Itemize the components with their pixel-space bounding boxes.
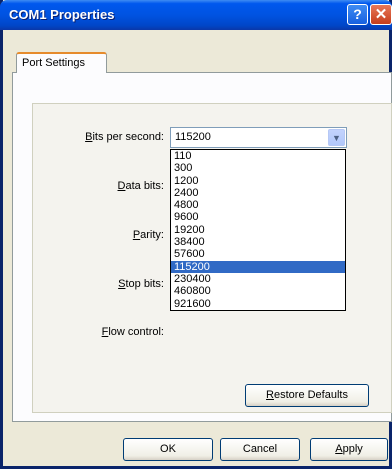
dropdown-option[interactable]: 110 (171, 150, 345, 162)
parity-label-rest: arity: (140, 229, 164, 241)
dropdown-option[interactable]: 300 (171, 162, 345, 174)
apply-button[interactable]: Apply (310, 438, 388, 461)
bits-per-second-dropdown-list[interactable]: 110 300 1200 2400 4800 9600 19200 38400 57600 115… (170, 149, 346, 311)
dropdown-option[interactable]: 9600 (171, 211, 345, 223)
flow-control-label-rest: low control: (108, 326, 164, 338)
bits-per-second-label: Bits per second: (24, 131, 164, 143)
apply-label: Apply (335, 443, 363, 455)
ok-label: OK (160, 443, 176, 455)
title-bar[interactable]: COM1 Properties ? ✕ (0, 0, 392, 30)
dropdown-option[interactable]: 1200 (171, 175, 345, 187)
bits-per-second-label-rest: its per second: (92, 131, 164, 143)
tab-port-settings[interactable]: Port Settings (16, 52, 107, 73)
cancel-label: Cancel (242, 443, 278, 455)
data-bits-label-rest: ata bits: (125, 180, 164, 192)
dropdown-option[interactable]: 4800 (171, 199, 345, 211)
window-title: COM1 Properties (9, 7, 115, 22)
restore-defaults-label-mnemonic: R (266, 389, 274, 401)
restore-defaults-button[interactable]: Restore Defaults (245, 384, 369, 407)
chevron-down-icon[interactable]: ▼ (328, 129, 345, 146)
dropdown-option[interactable]: 115200 (171, 260, 345, 273)
dropdown-option[interactable]: 230400 (171, 273, 345, 285)
restore-defaults-label: Restore Defaults (266, 389, 348, 401)
apply-label-mnemonic: A (335, 443, 343, 455)
dropdown-option[interactable]: 19200 (171, 224, 345, 236)
bits-per-second-value: 115200 (175, 131, 211, 143)
flow-control-label: Flow control: (24, 326, 164, 338)
stop-bits-label: Stop bits: (24, 278, 164, 290)
help-button[interactable]: ? (347, 4, 368, 25)
close-button[interactable]: ✕ (370, 4, 392, 25)
dropdown-option[interactable]: 921600 (171, 298, 345, 310)
dropdown-option[interactable]: 38400 (171, 236, 345, 248)
data-bits-label: Data bits: (24, 180, 164, 192)
close-icon: ✕ (374, 6, 388, 23)
stop-bits-label-rest: top bits: (125, 278, 164, 290)
bits-per-second-combobox[interactable]: 115200 ▼ (170, 127, 347, 148)
parity-label: Parity: (24, 229, 164, 241)
cancel-button[interactable]: Cancel (220, 438, 300, 461)
dropdown-option[interactable]: 57600 (171, 248, 345, 260)
ok-button[interactable]: OK (123, 438, 213, 461)
dropdown-option[interactable]: 2400 (171, 187, 345, 199)
help-icon: ? (353, 6, 362, 22)
dropdown-option[interactable]: 460800 (171, 285, 345, 297)
